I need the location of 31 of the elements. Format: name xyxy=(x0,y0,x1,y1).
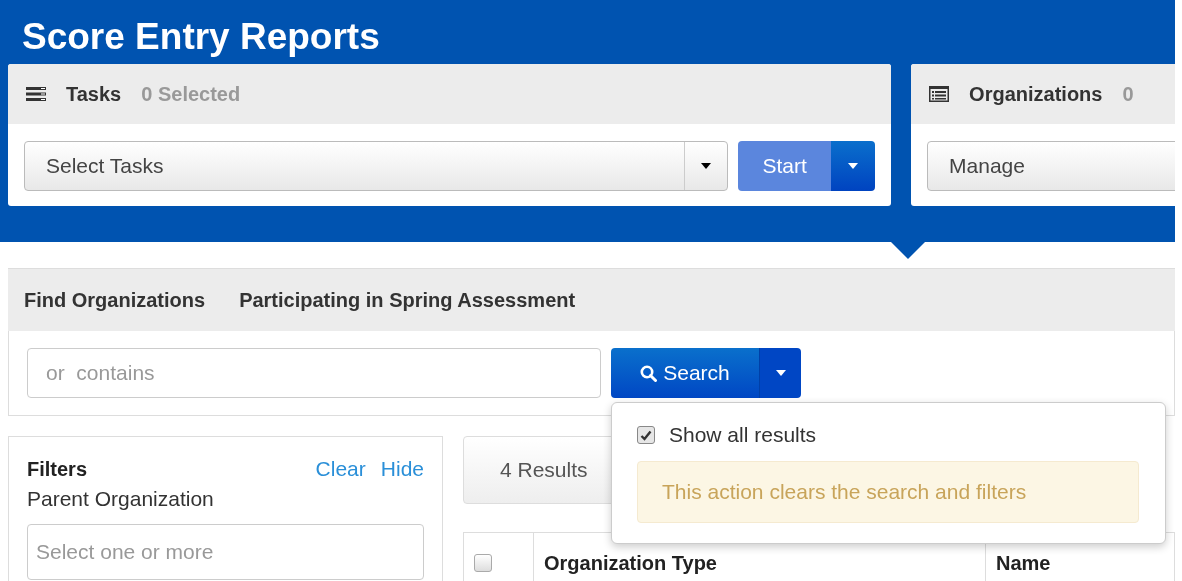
field-label: Parent Organization xyxy=(27,487,215,511)
results-count: 4 Results xyxy=(500,458,588,482)
caret-icon xyxy=(775,370,786,376)
selected-count: 0 Selected xyxy=(141,82,241,106)
select-all-checkbox[interactable] xyxy=(474,554,492,572)
page-title: Score Entry Reports xyxy=(21,15,381,59)
caret-icon xyxy=(701,163,712,169)
dropdown-toggle[interactable] xyxy=(759,348,801,398)
manage-select[interactable]: Manage xyxy=(927,141,1175,191)
tasks-icon xyxy=(26,86,46,102)
link[interactable]: Clear xyxy=(315,457,366,481)
filters-title: Filters xyxy=(27,457,88,481)
search-icon xyxy=(640,364,658,382)
start-button[interactable]: Start xyxy=(738,141,832,191)
panel-title: Tasks xyxy=(66,82,122,106)
checkbox[interactable] xyxy=(637,426,655,444)
search-field[interactable]: or contains xyxy=(27,348,601,398)
search-button[interactable]: Search xyxy=(611,348,759,398)
checkbox-label: Show all results xyxy=(669,423,817,447)
section-subtitle: Participating in Spring Assessment xyxy=(239,288,576,312)
task-select[interactable]: Select Tasks xyxy=(24,141,729,191)
dropdown-toggle[interactable] xyxy=(831,141,876,191)
list-icon xyxy=(929,86,950,102)
check-icon xyxy=(640,429,652,441)
selected-count: 0 xyxy=(1122,82,1134,106)
section-title: Find Organizations xyxy=(24,288,206,312)
caret-icon xyxy=(848,163,859,169)
parent-organization-field[interactable]: Select one or more xyxy=(27,524,424,580)
warning-message: This action clears the search and filters xyxy=(637,461,1139,523)
panel-title: Organizations xyxy=(969,82,1103,106)
select-value: Select Tasks xyxy=(45,153,165,179)
